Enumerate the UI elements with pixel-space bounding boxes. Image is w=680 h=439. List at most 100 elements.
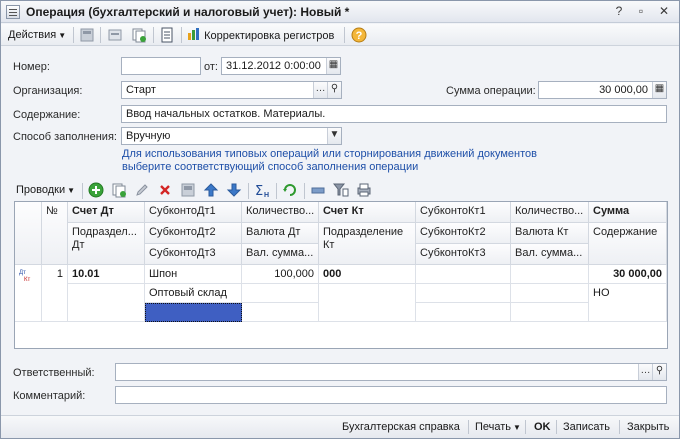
valsum-dt-cell[interactable]: [242, 303, 319, 322]
number-field[interactable]: [121, 57, 201, 75]
bottom-command-bar: Бухгалтерская справка Печать ▼ OK Записат…: [1, 415, 679, 438]
operation-sum-label: Сумма операции:: [446, 85, 536, 97]
column-header-sum[interactable]: Сумма: [589, 202, 667, 223]
column-header-qty-dt[interactable]: Количество...: [242, 202, 319, 223]
calendar-icon[interactable]: ▦: [326, 58, 340, 74]
column-header-valsum-kt[interactable]: Вал. сумма...: [511, 244, 589, 265]
content-field[interactable]: Ввод начальных остатков. Материалы.: [121, 105, 667, 123]
sub-kt3-cell[interactable]: [416, 303, 511, 322]
column-header-acc-kt[interactable]: Счет Кт: [319, 202, 416, 223]
add-row-icon[interactable]: [88, 182, 104, 198]
delete-row-icon[interactable]: [157, 182, 173, 198]
sum-icon[interactable]: ΣH: [254, 182, 270, 199]
title-bar: Операция (бухгалтерский и налоговый учет…: [1, 1, 679, 23]
qty-dt-cell[interactable]: 100,000: [242, 265, 319, 284]
row-num-cell[interactable]: 1: [42, 265, 68, 322]
column-header-qty-kt[interactable]: Количество...: [511, 202, 589, 223]
cur-dt-cell[interactable]: [242, 284, 319, 303]
help-window-icon[interactable]: ?: [611, 4, 627, 19]
column-header-content[interactable]: Содержание: [589, 223, 667, 265]
column-header-sub-kt3[interactable]: СубконтоКт3: [416, 244, 511, 265]
column-header-acc-dt[interactable]: Счет Дт: [68, 202, 145, 223]
date-from-label: от:: [204, 61, 218, 73]
column-header-icon: [15, 202, 42, 265]
filter-icon[interactable]: [332, 182, 349, 198]
minimize-icon[interactable]: ▫: [633, 4, 649, 19]
column-header-sub-kt1[interactable]: СубконтоКт1: [416, 202, 511, 223]
toolbar-separator: [181, 27, 182, 43]
print-menu[interactable]: Печать ▼: [475, 420, 521, 435]
operation-sum-field[interactable]: 30 000,00 ▦: [538, 81, 667, 99]
entries-menu[interactable]: Проводки ▼: [16, 182, 75, 198]
sub-kt1-cell[interactable]: [416, 265, 511, 284]
column-header-sub-dt2[interactable]: СубконтоДт2: [145, 223, 242, 244]
date-value: 31.12.2012 0:00:00: [226, 60, 321, 72]
print-list-icon[interactable]: [356, 182, 372, 198]
column-header-cur-kt[interactable]: Валюта Кт: [511, 223, 589, 244]
copy-row-icon[interactable]: [111, 182, 127, 198]
column-header-cur-dt[interactable]: Валюта Дт: [242, 223, 319, 244]
comment-field[interactable]: [115, 386, 667, 404]
responsible-field[interactable]: … ⚲: [115, 363, 667, 381]
post-icon[interactable]: [79, 27, 95, 43]
row-icon-cell[interactable]: Дт Кт: [15, 265, 42, 322]
chevron-down-icon[interactable]: ▼: [327, 128, 341, 144]
svg-text:Кт: Кт: [24, 277, 30, 282]
fill-hint-line2: выберите соответствующий способ заполнен…: [122, 161, 419, 173]
search-icon[interactable]: ⚲: [652, 364, 666, 380]
valsum-kt-cell[interactable]: [511, 303, 589, 322]
document-list-icon[interactable]: [159, 27, 175, 43]
select-dots-icon[interactable]: …: [638, 364, 652, 380]
close-window-icon[interactable]: ✕: [656, 4, 672, 19]
copy-document-icon[interactable]: [131, 27, 147, 43]
cur-kt-cell[interactable]: [511, 284, 589, 303]
column-header-num[interactable]: №: [42, 202, 68, 265]
save-button[interactable]: Записать: [563, 420, 610, 434]
organization-field[interactable]: Старт … ⚲: [121, 81, 342, 99]
div-dt-cell[interactable]: [68, 284, 145, 322]
sum-cell[interactable]: 30 000,00: [589, 265, 667, 284]
fill-method-select[interactable]: Вручную ▼: [121, 127, 342, 145]
content-cell[interactable]: НО: [589, 284, 667, 322]
column-header-div-kt[interactable]: Подразделение Кт: [319, 223, 416, 265]
number-label: Номер:: [13, 61, 50, 73]
select-dots-icon[interactable]: …: [313, 82, 327, 98]
toolbar-separator: [304, 183, 305, 199]
acc-kt-cell[interactable]: 000: [319, 265, 416, 284]
structure-icon[interactable]: [107, 27, 123, 43]
toolbar-separator: [619, 420, 620, 434]
sub-dt3-cell-selected[interactable]: [145, 303, 242, 322]
ok-button[interactable]: OK: [534, 420, 551, 434]
clear-filter-icon[interactable]: [310, 182, 326, 198]
search-icon[interactable]: ⚲: [327, 82, 341, 98]
column-header-div-dt[interactable]: Подраздел... Дт: [68, 223, 145, 265]
fill-hint-line1: Для использования типовых операций или с…: [122, 148, 537, 160]
column-header-sub-dt1[interactable]: СубконтоДт1: [145, 202, 242, 223]
register-adjust-button[interactable]: Корректировка регистров: [187, 27, 334, 43]
actions-menu-label: Действия: [8, 29, 57, 41]
sub-kt2-cell[interactable]: [416, 284, 511, 303]
div-kt-cell[interactable]: [319, 284, 416, 322]
help-icon[interactable]: ?: [351, 27, 367, 43]
toolbar-separator: [82, 183, 83, 199]
acc-dt-cell[interactable]: 10.01: [68, 265, 145, 284]
edit-row-icon[interactable]: [134, 182, 150, 198]
accounting-report-button[interactable]: Бухгалтерская справка: [342, 420, 460, 434]
move-down-icon[interactable]: [226, 182, 242, 198]
sub-dt1-cell[interactable]: Шпон: [145, 265, 242, 284]
end-edit-icon[interactable]: [180, 182, 196, 198]
column-header-sub-dt3[interactable]: СубконтоДт3: [145, 244, 242, 265]
column-header-valsum-dt[interactable]: Вал. сумма...: [242, 244, 319, 265]
qty-kt-cell[interactable]: [511, 265, 589, 284]
column-header-sub-kt2[interactable]: СубконтоКт2: [416, 223, 511, 244]
move-up-icon[interactable]: [203, 182, 219, 198]
fill-method-value: Вручную: [126, 130, 171, 142]
calculator-icon[interactable]: ▦: [652, 82, 666, 98]
svg-text:Σ: Σ: [255, 184, 263, 198]
date-field[interactable]: 31.12.2012 0:00:00 ▦: [221, 57, 341, 75]
sub-dt2-cell[interactable]: Оптовый склад: [145, 284, 242, 303]
close-button[interactable]: Закрыть: [627, 420, 669, 434]
refresh-icon[interactable]: [282, 182, 298, 198]
toolbar-separator: [248, 183, 249, 199]
actions-menu[interactable]: Действия ▼: [8, 27, 66, 43]
